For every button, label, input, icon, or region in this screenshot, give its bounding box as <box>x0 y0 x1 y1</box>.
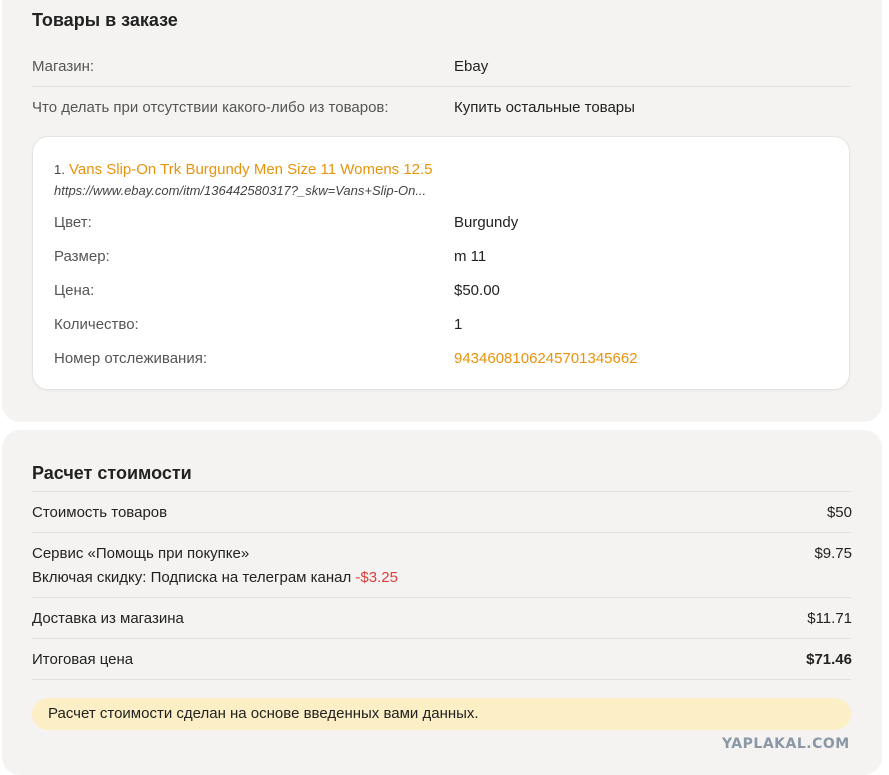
cost-section-title: Расчет стоимости <box>32 463 192 483</box>
divider <box>32 532 851 533</box>
order-section-title: Товары в заказе <box>32 10 178 30</box>
item-color-label: Цвет: <box>54 214 92 231</box>
item-size-value: m 11 <box>454 248 487 265</box>
tracking-number-label: Номер отслеживания: <box>54 350 207 367</box>
item-size-label: Размер: <box>54 248 110 265</box>
total-label: Итоговая цена <box>32 651 134 668</box>
item-number: 1. <box>54 162 65 177</box>
goods-cost-label: Стоимость товаров <box>32 504 168 521</box>
item-price-label: Цена: <box>54 282 95 299</box>
store-label: Магазин: <box>32 58 95 75</box>
item-price-value: $50.00 <box>454 282 500 299</box>
divider <box>32 491 851 492</box>
calculation-note: Расчет стоимости сделан на основе введен… <box>32 698 851 730</box>
goods-cost-value: $50 <box>826 504 852 521</box>
service-value: $9.75 <box>814 545 852 562</box>
tracking-number-link[interactable]: 9434608106245701345662 <box>454 350 638 367</box>
delivery-label: Доставка из магазина <box>32 610 184 627</box>
total-value: $71.46 <box>806 651 852 668</box>
item-url[interactable]: https://www.ebay.com/itm/136442580317?_s… <box>54 183 426 198</box>
missing-items-value: Купить остальные товары <box>454 99 635 116</box>
divider <box>32 679 851 680</box>
divider <box>32 638 851 639</box>
discount-row: Включая скидку: Подписка на телеграм кан… <box>32 569 398 586</box>
item-quantity-label: Количество: <box>54 316 139 333</box>
delivery-value: $11.71 <box>807 610 852 627</box>
discount-value: -$3.25 <box>355 569 398 586</box>
watermark-logo: YAPLAKAL.COM <box>722 736 850 752</box>
divider <box>32 597 851 598</box>
item-color-value: Burgundy <box>454 214 519 231</box>
missing-items-label: Что делать при отсутствии какого-либо из… <box>32 99 389 116</box>
discount-label: Включая скидку: Подписка на телеграм кан… <box>32 569 352 586</box>
store-value: Ebay <box>454 58 489 75</box>
item-name-link[interactable]: Vans Slip-On Trk Burgundy Men Size 11 Wo… <box>69 161 433 178</box>
item-quantity-value: 1 <box>454 316 463 333</box>
service-label: Сервис «Помощь при покупке» <box>32 545 250 562</box>
item-title-row: 1. Vans Slip-On Trk Burgundy Men Size 11… <box>54 161 433 178</box>
divider <box>32 86 851 87</box>
